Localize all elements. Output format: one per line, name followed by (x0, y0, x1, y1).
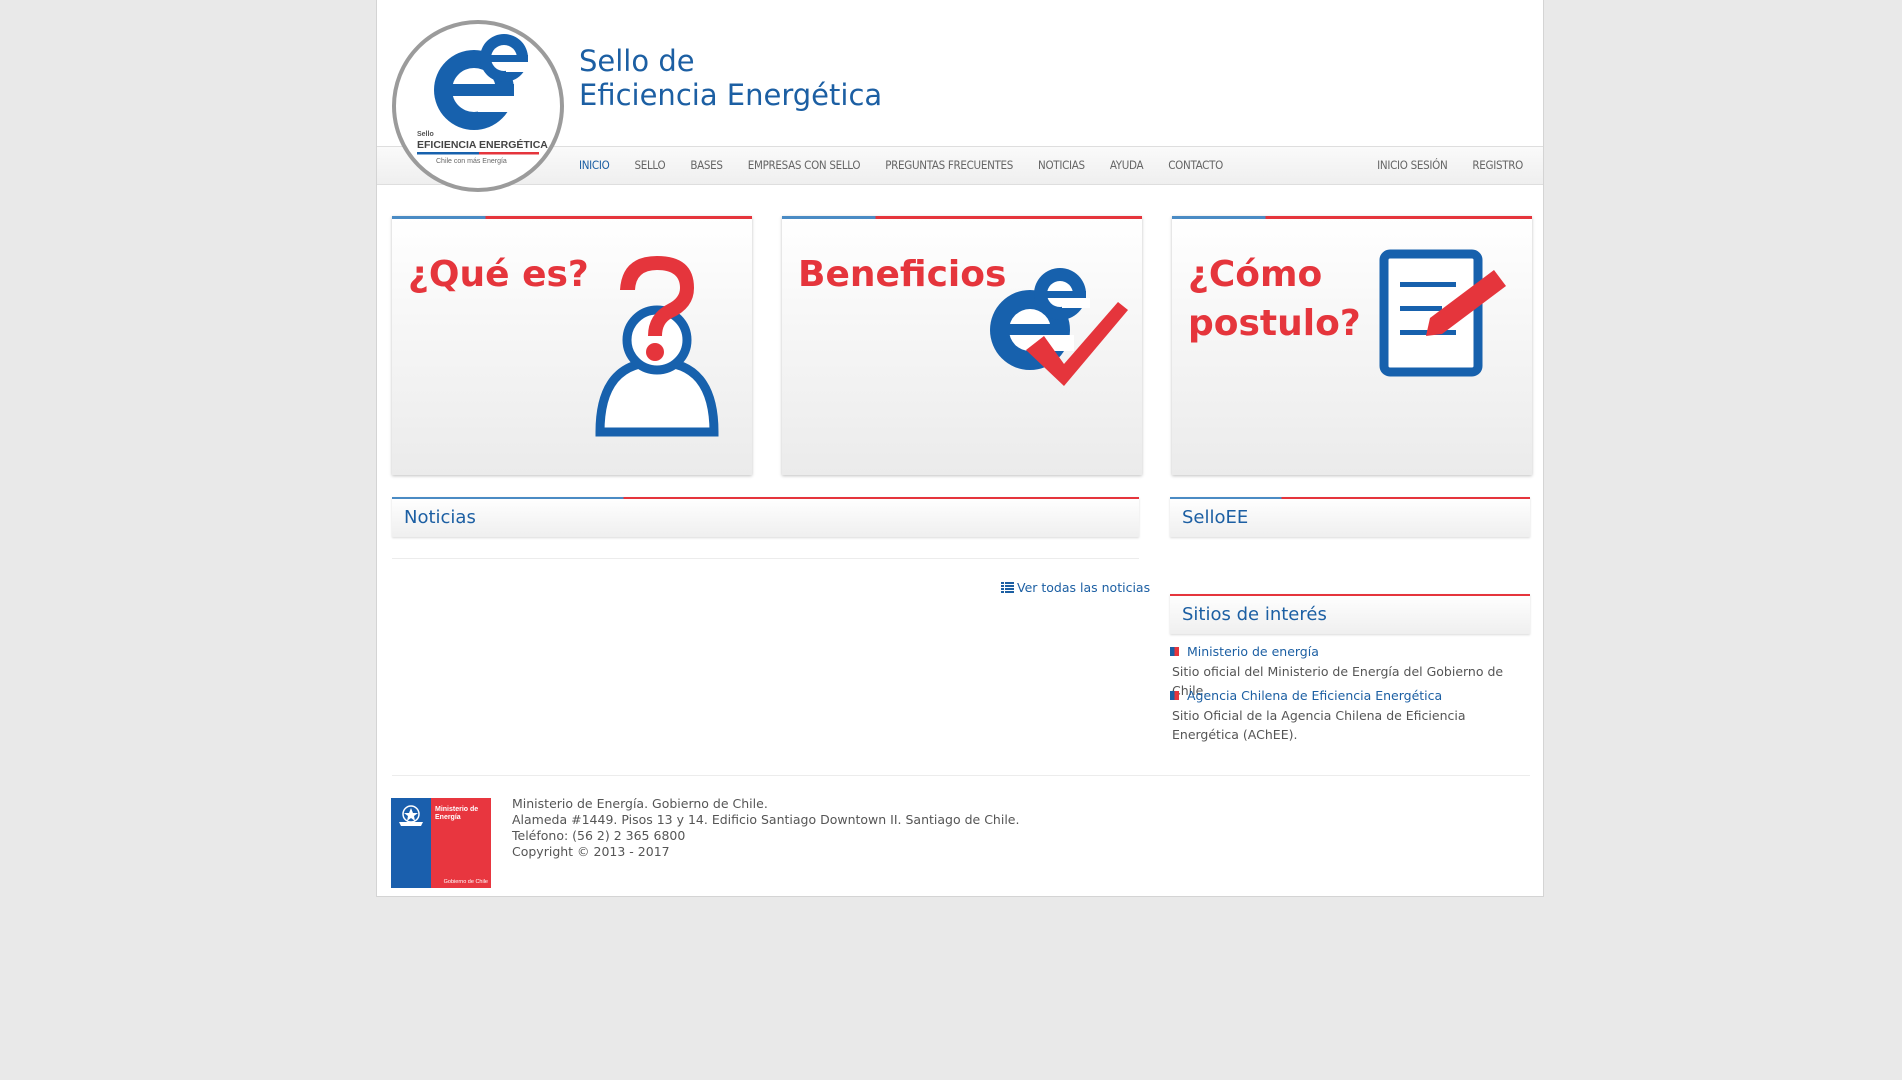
card-como-postulo[interactable]: ¿Cómo postulo? (1172, 216, 1532, 475)
ee-check-icon (990, 268, 1128, 386)
site-link-ministerio[interactable]: Ministerio de energía (1170, 644, 1319, 659)
card-title: ¿Cómo postulo? (1188, 254, 1361, 344)
ministerio-logo[interactable]: Ministerio de Energía Gobierno de Chile (391, 798, 491, 888)
form-pencil-icon (1379, 249, 1506, 377)
nav-item-noticias[interactable]: NOTICIAS (1038, 147, 1085, 184)
sites-section-header: Sitios de interés (1170, 594, 1530, 634)
site-desc: Sitio Oficial de la Agencia Chilena de E… (1172, 708, 1466, 742)
site-title[interactable]: Sello de Eficiencia Energética (579, 44, 882, 112)
nav-item-ayuda[interactable]: AYUDA (1110, 147, 1144, 184)
svg-text:Chile con más Energía: Chile con más Energía (436, 158, 507, 165)
divider (392, 558, 1139, 559)
site-title-line2: Eficiencia Energética (579, 78, 883, 112)
ministerio-logo-title: Ministerio de Energía (435, 806, 479, 821)
selloee-section-header: SelloEE (1170, 497, 1530, 537)
footer-line: Ministerio de Energía. Gobierno de Chile… (512, 796, 768, 811)
footer-info: Ministerio de Energía. Gobierno de Chile… (512, 796, 1019, 860)
selloee-heading: SelloEE (1182, 507, 1249, 528)
nav-item-bases[interactable]: BASES (690, 147, 723, 184)
nav-item-empresas-con-sello[interactable]: EMPRESAS CON SELLO (748, 147, 861, 184)
list-icon (1001, 582, 1014, 593)
ee-logo-icon: Sello EFICIENCIA ENERGÉTICA Chile con má… (417, 34, 548, 165)
question-person-icon (595, 256, 719, 437)
nav-item-inicio-sesión[interactable]: INICIO SESIÓN (1377, 147, 1448, 184)
sites-list: Ministerio de energía Sitio oficial del … (1170, 644, 1530, 754)
nav-item-sello[interactable]: SELLO (634, 147, 665, 184)
sello-logo[interactable]: Sello EFICIENCIA ENERGÉTICA Chile con má… (392, 20, 564, 192)
card-title: Beneficios (798, 254, 1007, 295)
news-heading: Noticias (404, 507, 476, 528)
svg-text:Sello: Sello (417, 131, 434, 138)
ministerio-logo-sub: Gobierno de Chile (443, 879, 488, 885)
nav-item-preguntas-frecuentes[interactable]: PREGUNTAS FRECUENTES (885, 147, 1013, 184)
nav-item-registro[interactable]: REGISTRO (1472, 147, 1523, 184)
svg-text:EFICIENCIA ENERGÉTICA: EFICIENCIA ENERGÉTICA (417, 138, 548, 151)
site-header: Sello EFICIENCIA ENERGÉTICA Chile con má… (377, 0, 1543, 192)
card-beneficios[interactable]: Beneficios (782, 216, 1142, 475)
sites-heading: Sitios de interés (1182, 604, 1327, 625)
bullet-icon (1170, 647, 1179, 656)
nav-item-contacto[interactable]: CONTACTO (1168, 147, 1223, 184)
chile-coat-of-arms-icon (399, 805, 423, 826)
site-link-achee[interactable]: Agencia Chilena de Eficiencia Energética (1170, 688, 1442, 703)
main-navigation: INICIO SELLO BASES EMPRESAS CON SELLO PREGUN… (377, 146, 1543, 185)
view-all-news-link[interactable]: Ver todas las noticias (1001, 580, 1150, 595)
footer-line: Teléfono: (56 2) 2 365 6800 (512, 828, 686, 843)
footer-line: Copyright © 2013 - 2017 (512, 844, 670, 859)
card-title: ¿Qué es? (408, 254, 589, 295)
footer-line: Alameda #1449. Pisos 13 y 14. Edificio S… (512, 812, 1020, 827)
card-que-es[interactable]: ¿Qué es? (392, 216, 752, 475)
nav-item-inicio[interactable]: INICIO (579, 147, 610, 184)
bullet-icon (1170, 691, 1179, 700)
page-container: Sello EFICIENCIA ENERGÉTICA Chile con má… (376, 0, 1544, 897)
footer-divider (392, 775, 1530, 776)
site-title-line1: Sello de (579, 44, 695, 78)
news-section-header: Noticias (392, 497, 1139, 537)
